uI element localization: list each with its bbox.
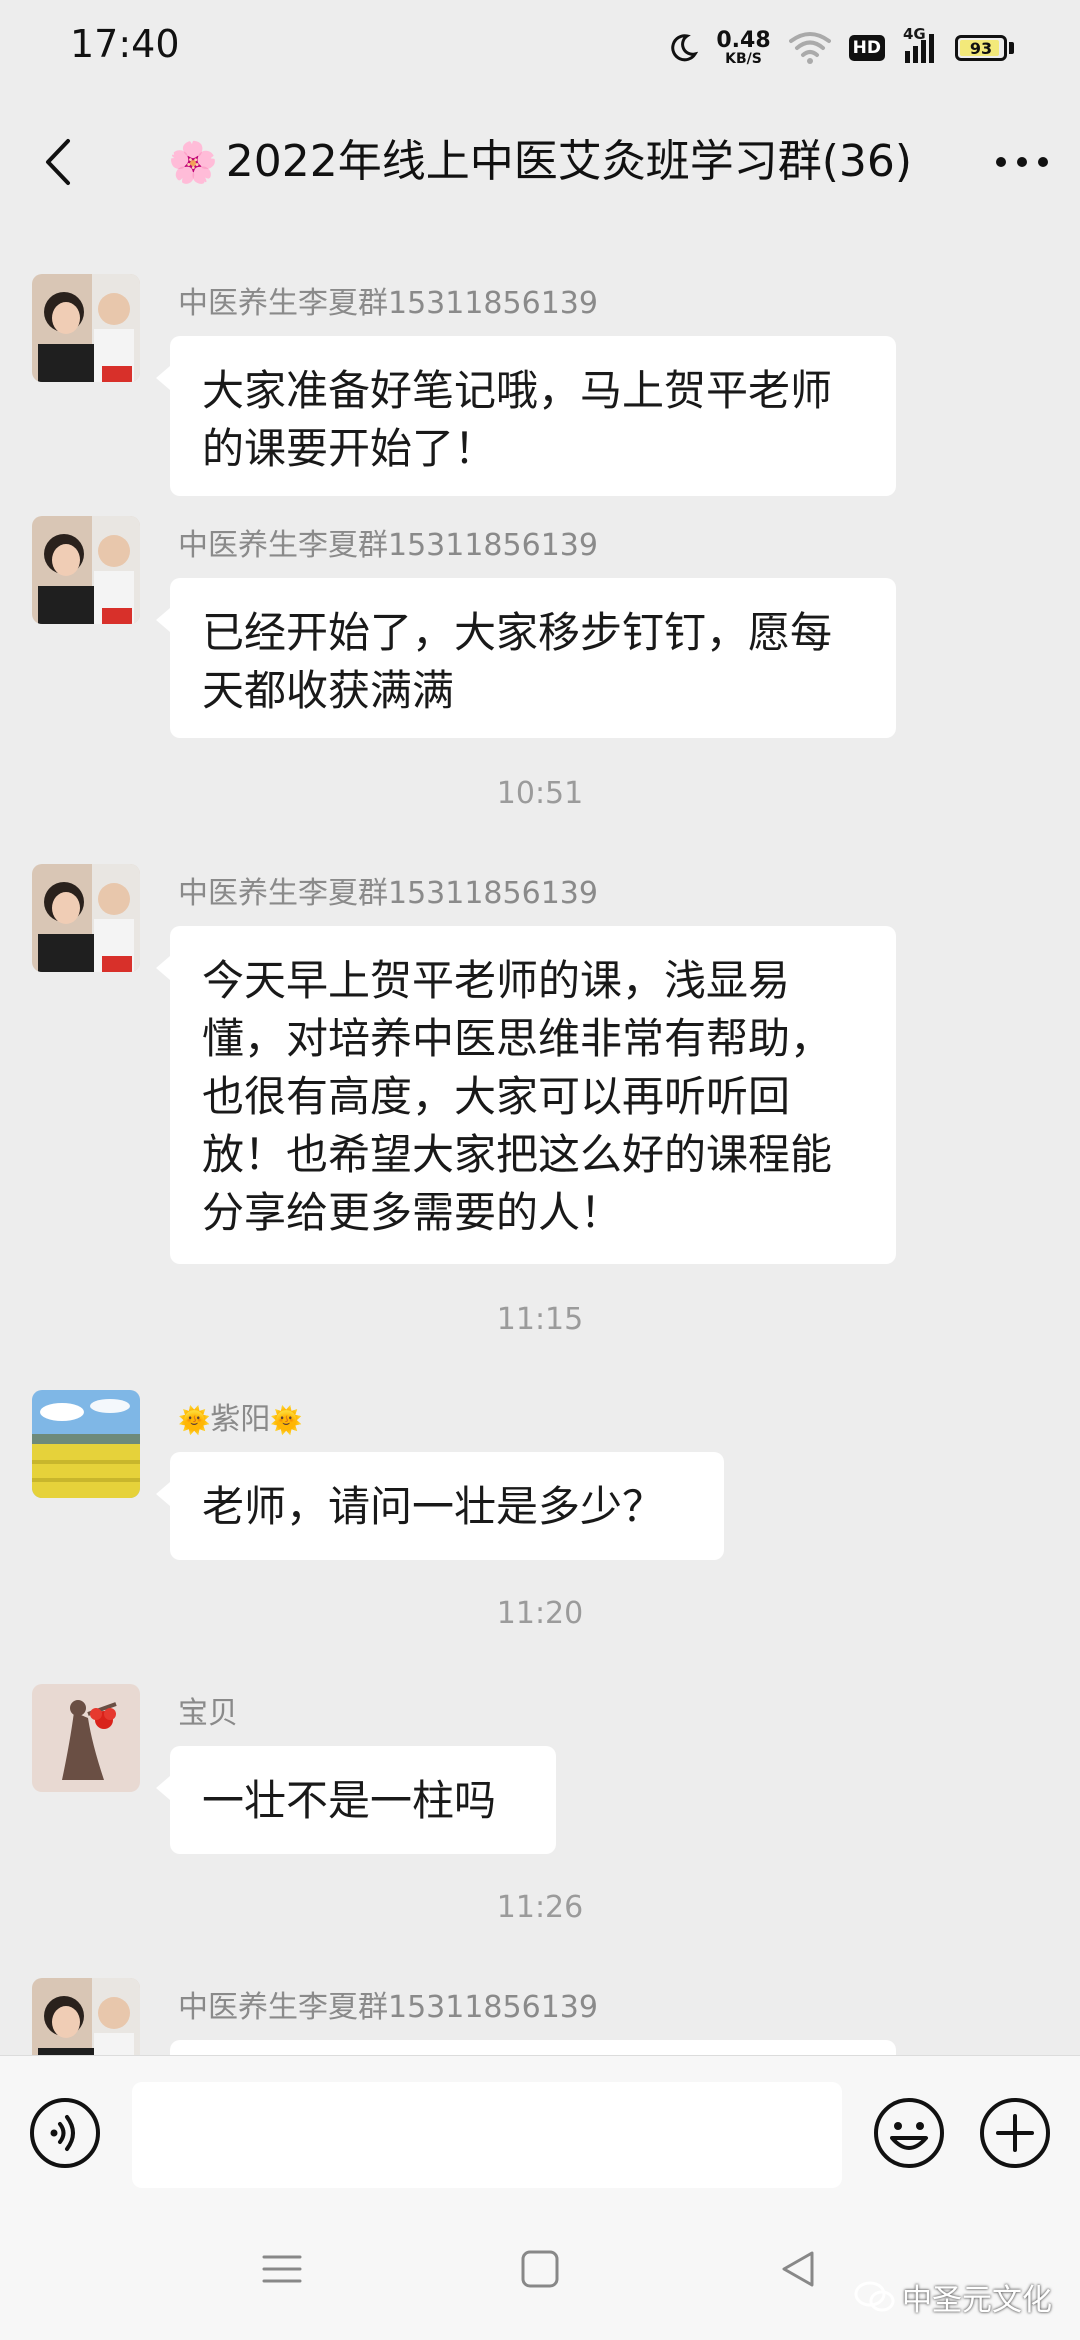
message-bubble[interactable]: 已经开始了，大家移步钉钉，愿每天都收获满满 [156, 578, 896, 738]
system-back-button[interactable] [778, 2249, 818, 2293]
avatar[interactable] [32, 516, 140, 624]
message-list[interactable]: 中医养生李夏群15311856139 大家准备好笔记哦，马上贺平老师的课要开始了… [0, 260, 1080, 2055]
more-button[interactable] [992, 132, 1052, 192]
hd-badge: HD [848, 35, 885, 61]
menu-icon [262, 2255, 302, 2283]
message-bubble[interactable]: 今天早上贺平老师的课，浅显易懂，对培养中医思维非常有帮助，也很有高度，大家可以再… [156, 926, 896, 1264]
avatar[interactable] [32, 1978, 140, 2055]
message-bubble[interactable]: 大家准备好笔记哦，马上贺平老师的课要开始了！ [156, 336, 896, 496]
chevron-left-icon [46, 139, 70, 185]
avatar[interactable] [32, 274, 140, 382]
message-item: 宝贝 一壮不是一柱吗 [32, 1684, 1032, 1864]
avatar[interactable] [32, 1684, 140, 1792]
moon-icon [668, 33, 699, 63]
timestamp: 10:51 [496, 776, 584, 811]
timestamp: 11:15 [496, 1302, 584, 1337]
voice-button[interactable] [28, 2096, 102, 2174]
sun-emoji: 🌞 [178, 1406, 211, 1436]
message-bubble[interactable]: 一壮不是一柱吗 [156, 1746, 556, 1854]
network-speed-value: 0.48 [716, 28, 771, 53]
sender-name: 宝贝 [178, 1696, 238, 1731]
message-bubble[interactable] [170, 2040, 896, 2055]
timestamp: 11:20 [496, 1596, 584, 1631]
message-input[interactable] [132, 2082, 842, 2188]
battery-icon: 93 [955, 35, 1007, 61]
sender-name: 中医养生李夏群15311856139 [178, 528, 598, 563]
status-time: 17:40 [70, 22, 180, 66]
more-functions-button[interactable] [978, 2096, 1052, 2174]
flower-emoji: 🌸 [167, 140, 218, 186]
more-dots-icon [996, 157, 1048, 167]
network-speed: 0.48 KB/S [716, 28, 771, 67]
sender-name: 中医养生李夏群15311856139 [178, 876, 598, 911]
emoji-icon [874, 2098, 944, 2168]
recent-apps-button[interactable] [262, 2249, 302, 2293]
home-icon [521, 2250, 559, 2288]
sender-name: 中医养生李夏群15311856139 [178, 286, 598, 321]
network-speed-unit: KB/S [725, 51, 762, 67]
message-item: 中医养生李夏群15311856139 已经开始了，大家移步钉钉，愿每天都收获满满 [32, 516, 1032, 738]
home-button[interactable] [520, 2249, 560, 2293]
group-title: 2022年线上中医艾灸班学习群(36) [225, 136, 913, 187]
back-button[interactable] [28, 132, 88, 192]
sender-name-text: 紫阳 [210, 1402, 271, 1437]
wifi-icon [788, 31, 831, 65]
back-triangle-icon [782, 2251, 814, 2287]
system-nav-bar: 中圣元文化 [0, 2205, 1080, 2340]
avatar[interactable] [32, 864, 140, 972]
message-item: 🌞紫阳🌞 老师，请问一壮是多少？ [32, 1390, 1032, 1570]
status-icons: 0.48 KB/S HD 4G 93 [668, 24, 1014, 72]
wechat-icon [854, 2281, 895, 2312]
plus-icon [980, 2098, 1050, 2168]
emoji-button[interactable] [872, 2096, 946, 2174]
input-bar [0, 2055, 1080, 2206]
avatar[interactable] [32, 1390, 140, 1498]
battery-cap [1009, 42, 1014, 54]
sender-name: 🌞紫阳🌞 [178, 1394, 303, 1438]
message-bubble[interactable]: 老师，请问一壮是多少？ [156, 1452, 724, 1560]
watermark: 中圣元文化 [854, 2275, 1052, 2319]
network-type: 4G [903, 25, 926, 43]
sun-emoji: 🌞 [270, 1406, 303, 1436]
timestamp: 11:26 [496, 1890, 584, 1925]
message-item: 中医养生李夏群15311856139 [32, 1978, 1032, 2055]
status-bar: 17:40 0.48 KB/S HD 4G 93 [0, 0, 1080, 96]
chat-header: 🌸 2022年线上中医艾灸班学习群(36) [0, 112, 1080, 212]
voice-icon [30, 2098, 100, 2168]
message-item: 中医养生李夏群15311856139 大家准备好笔记哦，马上贺平老师的课要开始了… [32, 274, 1032, 496]
battery-level: 93 [969, 38, 993, 58]
watermark-text: 中圣元文化 [902, 2283, 1052, 2318]
signal-icon: 4G [903, 25, 937, 65]
message-item: 中医养生李夏群15311856139 今天早上贺平老师的课，浅显易懂，对培养中医… [32, 864, 1032, 1264]
page-title: 🌸 2022年线上中医艾灸班学习群(36) [150, 130, 930, 195]
sender-name: 中医养生李夏群15311856139 [178, 1990, 598, 2025]
